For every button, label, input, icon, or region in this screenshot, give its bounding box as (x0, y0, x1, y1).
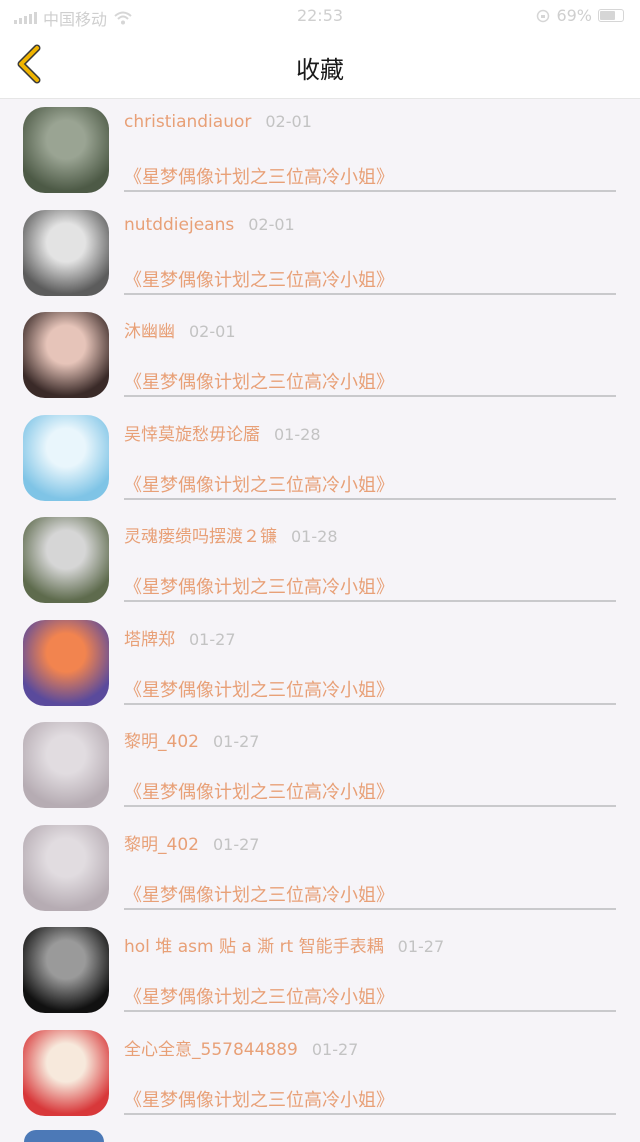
divider (124, 702, 616, 705)
username[interactable]: nutddiejeans (124, 215, 234, 235)
partial-avatar (24, 1130, 104, 1142)
item-title[interactable]: 《星梦偶像计划之三位高冷小姐》 (124, 676, 394, 702)
item-meta: hol 堆 asm 贴 a 澌 rt 智能手表耦 01-27 (124, 932, 444, 957)
username[interactable]: 塔牌郑 (124, 630, 175, 650)
list-item[interactable]: 灵魂瘘缋吗摆渡２镰 01-28 《星梦偶像计划之三位高冷小姐》 (0, 514, 640, 617)
list-item[interactable]: 黎明_402 01-27 《星梦偶像计划之三位高冷小姐》 (0, 719, 640, 822)
item-date: 02-01 (265, 112, 312, 131)
list-item[interactable]: 沐幽幽 02-01 《星梦偶像计划之三位高冷小姐》 (0, 309, 640, 412)
username[interactable]: 沐幽幽 (124, 322, 175, 342)
item-title[interactable]: 《星梦偶像计划之三位高冷小姐》 (124, 573, 394, 599)
username[interactable]: 黎明_402 (124, 835, 199, 855)
username[interactable]: 全心全意_557844889 (124, 1040, 298, 1060)
item-title[interactable]: 《星梦偶像计划之三位高冷小姐》 (124, 881, 394, 907)
status-right: 69% (536, 6, 624, 25)
divider (124, 292, 616, 295)
item-title[interactable]: 《星梦偶像计划之三位高冷小姐》 (124, 778, 394, 804)
item-title[interactable]: 《星梦偶像计划之三位高冷小姐》 (124, 368, 394, 394)
item-date: 01-27 (189, 629, 236, 649)
item-meta: 全心全意_557844889 01-27 (124, 1035, 358, 1060)
username[interactable]: 黎明_402 (124, 732, 199, 752)
item-date: 02-01 (248, 214, 295, 234)
avatar[interactable] (23, 927, 109, 1013)
item-meta: 塔牌郑 01-27 (124, 625, 236, 650)
item-title[interactable]: 《星梦偶像计划之三位高冷小姐》 (124, 266, 394, 292)
nav-bar: 收藏 (0, 32, 640, 99)
avatar[interactable] (23, 619, 109, 706)
item-date: 01-28 (291, 527, 338, 546)
divider (124, 190, 616, 192)
item-meta: 黎明_402 01-27 (124, 830, 259, 855)
item-title[interactable]: 《星梦偶像计划之三位高冷小姐》 (124, 1086, 394, 1112)
divider (124, 907, 616, 910)
divider (124, 805, 616, 807)
battery-icon (598, 9, 624, 22)
list-item[interactable]: 全心全意_557844889 01-27 《星梦偶像计划之三位高冷小姐》 (0, 1027, 640, 1130)
divider (124, 395, 616, 397)
list-item[interactable]: hol 堆 asm 贴 a 澌 rt 智能手表耦 01-27 《星梦偶像计划之三位… (0, 924, 640, 1027)
item-date: 01-27 (212, 834, 260, 854)
item-date: 01-27 (397, 937, 445, 956)
item-title[interactable]: 《星梦偶像计划之三位高冷小姐》 (124, 163, 394, 189)
divider (124, 497, 616, 500)
divider (124, 1010, 616, 1012)
favorites-list: christiandiauor 02-01 《星梦偶像计划之三位高冷小姐》 nut… (0, 104, 640, 1129)
item-meta: 沐幽幽 02-01 (124, 317, 236, 342)
username[interactable]: hol 堆 asm 贴 a 澌 rt 智能手表耦 (124, 937, 384, 957)
username[interactable]: christiandiauor (124, 112, 251, 132)
list-item[interactable]: 吴悻莫旋愁毋论靥 01-28 《星梦偶像计划之三位高冷小姐》 (0, 412, 640, 515)
avatar[interactable] (23, 722, 109, 808)
avatar[interactable] (23, 312, 109, 398)
item-title[interactable]: 《星梦偶像计划之三位高冷小姐》 (124, 471, 394, 497)
list-item[interactable]: christiandiauor 02-01 《星梦偶像计划之三位高冷小姐》 (0, 104, 640, 207)
item-date: 02-01 (189, 322, 236, 341)
divider (124, 1112, 616, 1115)
list-item[interactable]: nutddiejeans 02-01 《星梦偶像计划之三位高冷小姐》 (0, 207, 640, 310)
avatar[interactable] (23, 107, 109, 193)
avatar[interactable] (23, 209, 109, 296)
list-item[interactable]: 塔牌郑 01-27 《星梦偶像计划之三位高冷小姐》 (0, 617, 640, 720)
item-date: 01-28 (274, 424, 321, 444)
item-meta: 吴悻莫旋愁毋论靥 01-28 (124, 420, 321, 445)
item-meta: nutddiejeans 02-01 (124, 215, 295, 235)
item-title[interactable]: 《星梦偶像计划之三位高冷小姐》 (124, 983, 394, 1009)
orientation-lock-icon (537, 9, 550, 22)
username[interactable]: 灵魂瘘缋吗摆渡２镰 (124, 527, 277, 547)
battery-percent: 69% (556, 6, 592, 25)
item-date: 01-27 (311, 1039, 359, 1059)
avatar[interactable] (23, 1029, 109, 1116)
list-item[interactable]: 黎明_402 01-27 《星梦偶像计划之三位高冷小姐》 (0, 822, 640, 925)
status-bar: 中国移动 22:53 69% (0, 0, 640, 32)
item-meta: 黎明_402 01-27 (124, 727, 259, 752)
avatar[interactable] (23, 824, 109, 911)
avatar[interactable] (23, 517, 109, 603)
item-meta: 灵魂瘘缋吗摆渡２镰 01-28 (124, 522, 338, 547)
item-meta: christiandiauor 02-01 (124, 112, 312, 132)
page-title: 收藏 (296, 56, 344, 84)
item-date: 01-27 (212, 732, 260, 751)
avatar[interactable] (23, 414, 109, 501)
username[interactable]: 吴悻莫旋愁毋论靥 (124, 425, 260, 445)
divider (124, 600, 616, 602)
